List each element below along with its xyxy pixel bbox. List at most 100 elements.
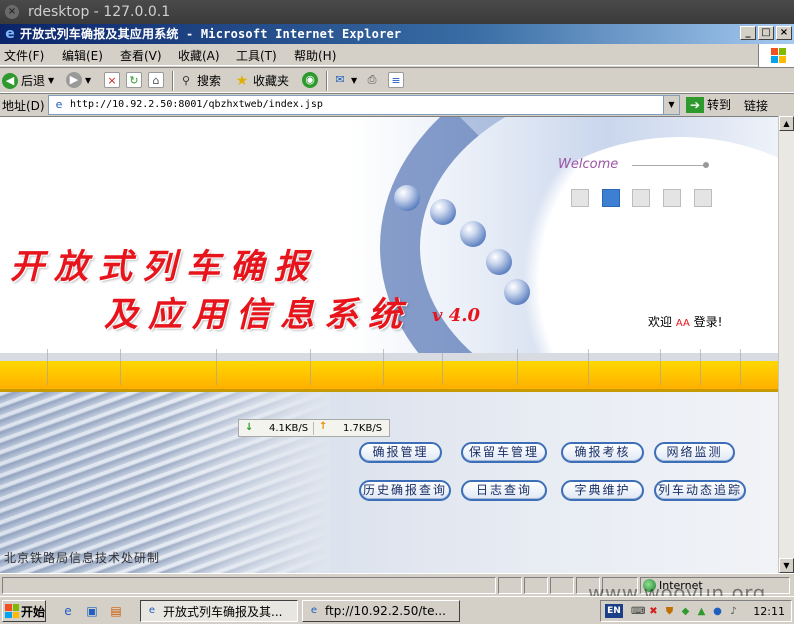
chevron-down-icon: ▼ [85, 75, 92, 85]
print-button[interactable]: ⎙ [364, 72, 380, 88]
home-button[interactable]: ⌂ [148, 72, 164, 88]
media-button[interactable]: ◉ [302, 72, 318, 88]
stop-button[interactable]: × [104, 72, 120, 88]
close-icon[interactable]: × [5, 5, 19, 19]
greeting-user: AA [675, 318, 690, 329]
toolbar-divider [326, 71, 328, 91]
rdesktop-titlebar: × rdesktop - 127.0.0.1 [0, 0, 794, 24]
task-label: ftp://10.92.2.50/te... [325, 604, 446, 618]
keyboard-icon[interactable]: ⌨ [631, 605, 645, 618]
upload-arrow-icon: ↑ [319, 421, 328, 432]
decorative-square [571, 189, 589, 207]
band-tick [47, 349, 48, 385]
chevron-down-icon: ▼ [351, 75, 358, 85]
tray-app-icon[interactable]: ● [711, 605, 724, 618]
print-icon: ⎙ [367, 73, 377, 86]
language-indicator[interactable]: EN [605, 604, 623, 618]
menu-favorites[interactable]: 收藏(A) [178, 47, 220, 64]
welcome-dot [703, 162, 709, 168]
speaker-icon[interactable]: ♪ [727, 605, 740, 618]
edit-page-icon: ≡ [388, 72, 404, 88]
close-button[interactable]: × [776, 26, 792, 40]
scroll-up-icon[interactable]: ▲ [779, 116, 794, 131]
address-input[interactable]: e http://10.92.2.50:8001/qbzhxtweb/index… [48, 95, 680, 115]
shield-icon[interactable]: ⛊ [663, 605, 676, 618]
nav-reserved-car-management[interactable]: 保留车管理 [461, 442, 547, 463]
nav-dictionary-maintenance[interactable]: 字典维护 [561, 480, 644, 501]
decorative-square [602, 189, 620, 207]
vertical-scrollbar[interactable]: ▲ ▼ [778, 116, 794, 573]
forward-button[interactable]: ▶ ▼ [66, 72, 91, 88]
nav-train-tracking[interactable]: 列车动态追踪 [654, 480, 746, 501]
menu-view[interactable]: 查看(V) [120, 47, 162, 64]
start-label: 开始 [21, 604, 46, 619]
menu-file[interactable]: 文件(F) [4, 47, 44, 64]
nav-network-monitor[interactable]: 网络监测 [654, 442, 735, 463]
band-tick [700, 349, 701, 385]
edit-button[interactable]: ≡ [388, 72, 404, 88]
address-bar: 地址(D) e http://10.92.2.50:8001/qbzhxtweb… [0, 93, 794, 115]
minimize-button[interactable]: _ [740, 26, 756, 40]
refresh-button[interactable]: ↻ [126, 72, 142, 88]
start-button[interactable]: 开始 [2, 600, 46, 622]
page-content: Welcome 开放式列车确报 及应用信息系统 v 4.0 欢迎 AA 登录! … [0, 116, 778, 573]
windows-flag-icon [5, 604, 19, 618]
mail-button[interactable]: ✉ ▼ [332, 72, 357, 88]
taskbar: 开始 e ▣ ▤ e 开放式列车确报及其... e ftp://10.92.2.… [0, 596, 794, 624]
ie-task-icon: e [148, 605, 156, 616]
media-icon: ◉ [302, 72, 318, 88]
nav-log-query[interactable]: 日志查询 [461, 480, 547, 501]
network-error-icon[interactable]: ✖ [647, 605, 660, 618]
decorative-square [632, 189, 650, 207]
chevron-down-icon: ▼ [48, 76, 55, 85]
welcome-divider [632, 165, 704, 166]
decorative-square [663, 189, 681, 207]
menu-tools[interactable]: 工具(T) [236, 47, 277, 64]
nav-history-query[interactable]: 历史确报查询 [359, 480, 451, 501]
download-speed: 4.1KB/S [269, 423, 309, 434]
search-button[interactable]: ⚲ 搜索 [178, 72, 221, 89]
tray-app-icon[interactable]: ▲ [695, 605, 708, 618]
go-button[interactable]: ➔ 转到 [686, 96, 731, 113]
address-url[interactable]: http://10.92.2.50:8001/qbzhxtweb/index.j… [70, 99, 323, 110]
band-yellow [0, 361, 778, 389]
nav-report-assessment[interactable]: 确报考核 [561, 442, 644, 463]
greeting-suffix: 登录! [693, 315, 723, 329]
ie-logo-icon: e [5, 26, 15, 42]
clock[interactable]: 12:11 [753, 605, 785, 618]
task-ftp-window[interactable]: e ftp://10.92.2.50/te... [302, 600, 460, 622]
nav-report-management[interactable]: 确报管理 [359, 442, 442, 463]
decorative-bubble [430, 199, 456, 225]
search-label: 搜索 [197, 74, 222, 88]
back-button[interactable]: ◀ 后退 ▼ [2, 72, 54, 89]
status-cell [550, 577, 574, 594]
media-quicklaunch-icon[interactable]: ▤ [108, 603, 124, 619]
favorites-button[interactable]: ★ 收藏夹 [234, 72, 289, 89]
search-icon: ⚲ [181, 73, 191, 87]
refresh-icon: ↻ [126, 72, 142, 88]
menu-help[interactable]: 帮助(H) [294, 47, 336, 64]
band-grey [0, 353, 778, 361]
ie-task-icon: e [310, 605, 318, 616]
menu-edit[interactable]: 编辑(E) [62, 47, 103, 64]
star-icon: ★ [235, 72, 249, 89]
band-tick [383, 349, 384, 385]
maximize-button[interactable]: □ [758, 26, 774, 40]
desktop-quicklaunch-icon[interactable]: ▣ [84, 603, 100, 619]
band-tick [310, 349, 311, 385]
tray-app-icon[interactable]: ◆ [679, 605, 692, 618]
greeting-prefix: 欢迎 [648, 315, 673, 329]
menu-bar: 文件(F) 编辑(E) 查看(V) 收藏(A) 工具(T) 帮助(H) [0, 44, 794, 68]
decorative-bubble [486, 249, 512, 275]
scroll-down-icon[interactable]: ▼ [779, 558, 794, 573]
links-button[interactable]: 链接 [744, 97, 768, 114]
back-arrow-icon: ◀ [2, 72, 18, 89]
chevron-down-icon[interactable]: ▼ [663, 96, 679, 114]
ie-quicklaunch-icon[interactable]: e [60, 603, 76, 619]
system-title-line2: 及应用信息系统 [104, 295, 412, 335]
task-ie-window[interactable]: e 开放式列车确报及其... [140, 600, 298, 622]
page-favicon-icon: e [55, 98, 63, 111]
home-icon: ⌂ [148, 72, 164, 88]
band-tick [442, 349, 443, 385]
forward-arrow-icon: ▶ [66, 72, 82, 88]
